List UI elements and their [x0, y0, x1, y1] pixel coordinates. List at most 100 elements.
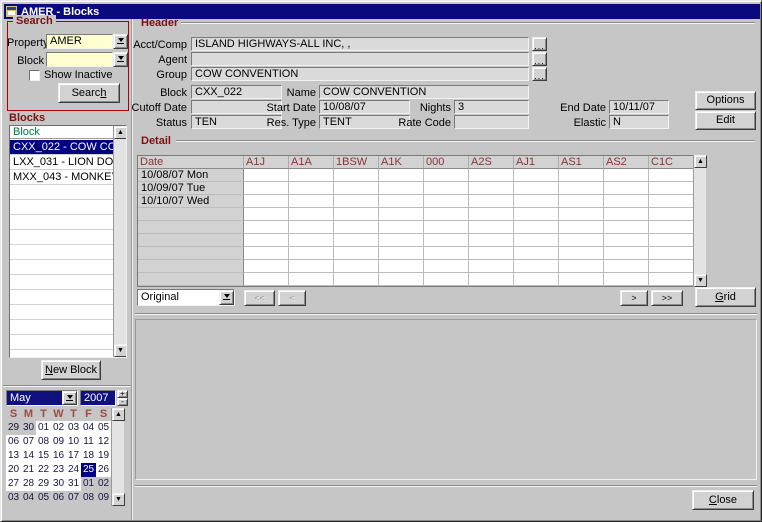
last-page-button[interactable]: >> — [651, 290, 683, 306]
first-page-button[interactable]: << — [244, 290, 275, 306]
detail-cell[interactable] — [334, 221, 379, 234]
detail-cell[interactable] — [469, 169, 514, 182]
detail-cell[interactable] — [244, 247, 289, 260]
calendar-day[interactable]: 14 — [21, 449, 36, 463]
detail-cell[interactable] — [424, 208, 469, 221]
detail-cell[interactable] — [334, 273, 379, 286]
detail-cell[interactable] — [514, 247, 559, 260]
calendar-scrollbar[interactable]: ▲ ▼ — [111, 408, 124, 506]
scroll-down-button[interactable]: ▼ — [112, 493, 125, 506]
detail-cell[interactable] — [469, 208, 514, 221]
calendar-day[interactable]: 10 — [66, 435, 81, 449]
detail-cell[interactable] — [604, 169, 649, 182]
calendar-day[interactable]: 31 — [66, 477, 81, 491]
calendar-day[interactable]: 21 — [21, 463, 36, 477]
block-list-item[interactable] — [10, 200, 114, 215]
block-list-item[interactable] — [10, 260, 114, 275]
nights-field[interactable]: 3 — [454, 100, 529, 114]
calendar-day[interactable]: 26 — [96, 463, 111, 477]
calendar-day[interactable]: 04 — [21, 491, 36, 505]
detail-cell[interactable] — [559, 221, 604, 234]
detail-cell[interactable] — [559, 234, 604, 247]
calendar-day[interactable]: 13 — [6, 449, 21, 463]
calendar-day[interactable]: 16 — [51, 449, 66, 463]
detail-cell[interactable] — [244, 273, 289, 286]
elastic-field[interactable]: N — [609, 115, 669, 129]
detail-cell[interactable] — [604, 247, 649, 260]
detail-cell[interactable] — [424, 195, 469, 208]
detail-cell[interactable] — [379, 221, 424, 234]
detail-cell[interactable] — [604, 182, 649, 195]
detail-cell[interactable] — [334, 234, 379, 247]
block-list-item[interactable] — [10, 305, 114, 320]
name-field[interactable]: COW CONVENTION — [319, 85, 529, 99]
detail-cell[interactable] — [514, 234, 559, 247]
calendar-day[interactable]: 01 — [81, 477, 96, 491]
detail-cell[interactable] — [424, 169, 469, 182]
grid-button[interactable]: Grid — [695, 287, 756, 307]
detail-cell[interactable] — [649, 221, 694, 234]
calendar-day[interactable]: 01 — [36, 421, 51, 435]
calendar-day[interactable]: 02 — [96, 477, 111, 491]
close-button[interactable]: Close — [692, 490, 754, 510]
detail-cell[interactable] — [559, 273, 604, 286]
edit-button[interactable]: Edit — [695, 111, 756, 130]
detail-cell[interactable] — [559, 208, 604, 221]
calendar-day[interactable]: 02 — [51, 421, 66, 435]
detail-cell[interactable] — [289, 182, 334, 195]
detail-cell[interactable] — [424, 273, 469, 286]
detail-cell[interactable] — [334, 247, 379, 260]
detail-cell[interactable] — [379, 169, 424, 182]
detail-cell[interactable] — [604, 260, 649, 273]
scroll-up-button[interactable]: ▲ — [694, 155, 707, 168]
group-field[interactable]: COW CONVENTION — [191, 67, 529, 81]
calendar-day[interactable]: 11 — [81, 435, 96, 449]
detail-cell[interactable] — [604, 195, 649, 208]
calendar-day[interactable]: 24 — [66, 463, 81, 477]
detail-cell[interactable] — [244, 221, 289, 234]
calendar-day[interactable]: 27 — [6, 477, 21, 491]
calendar-year-down-button[interactable]: - — [117, 398, 128, 406]
block-list-item[interactable] — [10, 290, 114, 305]
detail-cell[interactable] — [244, 195, 289, 208]
detail-cell[interactable] — [649, 195, 694, 208]
detail-cell[interactable] — [289, 221, 334, 234]
detail-cell[interactable] — [244, 208, 289, 221]
detail-cell[interactable] — [334, 208, 379, 221]
prev-page-button[interactable]: < — [278, 290, 306, 306]
calendar-day[interactable]: 18 — [81, 449, 96, 463]
calendar-day[interactable]: 08 — [81, 491, 96, 505]
new-block-button[interactable]: New Block — [41, 360, 101, 380]
detail-cell[interactable] — [289, 260, 334, 273]
detail-cell[interactable] — [514, 260, 559, 273]
scroll-down-button[interactable]: ▼ — [694, 274, 707, 287]
detail-cell[interactable] — [649, 182, 694, 195]
calendar-day[interactable]: 06 — [6, 435, 21, 449]
block-list-item[interactable]: LXX_031 - LION DO — [10, 155, 114, 170]
title-bar[interactable]: AMER - Blocks — [4, 4, 760, 19]
detail-cell[interactable] — [469, 234, 514, 247]
detail-cell[interactable] — [514, 195, 559, 208]
detail-cell[interactable] — [424, 182, 469, 195]
agent-lov-button[interactable]: ... — [532, 52, 547, 66]
calendar-day[interactable]: 22 — [36, 463, 51, 477]
detail-cell[interactable] — [289, 247, 334, 260]
detail-cell[interactable] — [379, 260, 424, 273]
detail-cell[interactable] — [514, 169, 559, 182]
calendar-day[interactable]: 19 — [96, 449, 111, 463]
detail-cell[interactable] — [604, 273, 649, 286]
block-list-item[interactable] — [10, 275, 114, 290]
detail-cell[interactable] — [514, 221, 559, 234]
calendar-day[interactable]: 04 — [81, 421, 96, 435]
calendar-month-select[interactable]: May — [6, 390, 78, 406]
detail-cell[interactable] — [469, 247, 514, 260]
detail-cell[interactable] — [649, 169, 694, 182]
calendar-day[interactable]: 20 — [6, 463, 21, 477]
calendar-day[interactable]: 25 — [81, 463, 96, 477]
calendar-day[interactable]: 30 — [21, 421, 36, 435]
block-list-item[interactable] — [10, 245, 114, 260]
detail-cell[interactable] — [559, 247, 604, 260]
calendar-day[interactable]: 30 — [51, 477, 66, 491]
detail-cell[interactable] — [604, 208, 649, 221]
calendar-day[interactable]: 29 — [6, 421, 21, 435]
